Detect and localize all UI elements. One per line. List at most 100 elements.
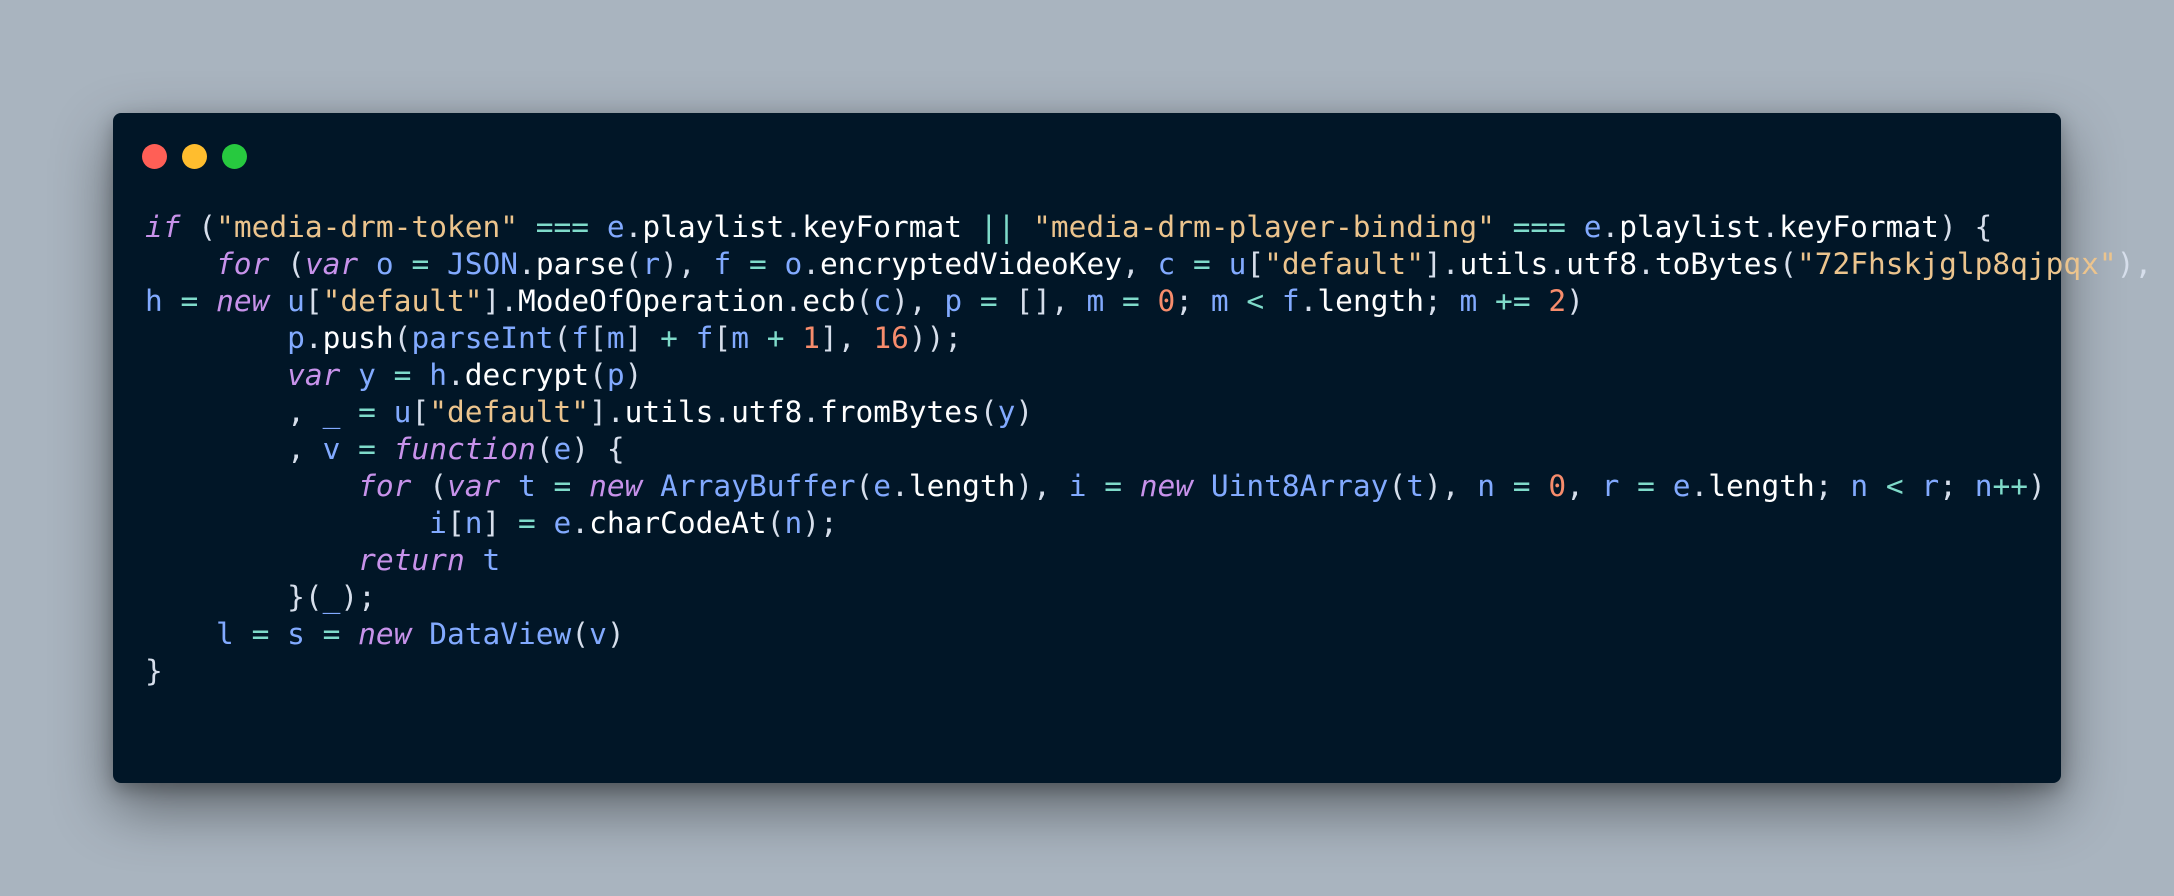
code-token: = [1175, 247, 1229, 281]
code-token: length [1708, 469, 1815, 503]
code-token: = [1619, 469, 1673, 503]
code-token: ) { [1938, 210, 1993, 244]
minimize-window-button[interactable] [182, 144, 207, 169]
code-token: ); [802, 506, 838, 540]
code-token: = [393, 247, 447, 281]
code-token: p [287, 321, 305, 355]
code-token: = [518, 506, 554, 540]
code-token: . [802, 395, 820, 429]
code-token: i [1068, 469, 1087, 503]
code-token: . [784, 284, 803, 318]
code-token: length [908, 469, 1016, 503]
code-token: )); [908, 321, 963, 355]
code-token: utf8 [731, 395, 803, 429]
code-token: e [606, 210, 625, 244]
code-token: ), [1015, 469, 1069, 503]
code-token: ) [606, 617, 625, 651]
code-token: . [1601, 210, 1620, 244]
code-token: function [393, 432, 536, 466]
code-line: if ("media-drm-token" === e.playlist.key… [145, 209, 2152, 246]
close-window-button[interactable] [142, 144, 167, 169]
code-token: ), [660, 247, 714, 281]
code-token: fromBytes [819, 395, 980, 429]
code-token: u [269, 284, 305, 318]
code-token: n [1850, 469, 1869, 503]
code-token: if [145, 210, 181, 244]
code-token: e [873, 469, 892, 503]
code-token: , [1566, 469, 1602, 503]
code-token: ) [1566, 284, 1584, 318]
code-token: utils [1459, 247, 1549, 281]
code-token: ( [855, 469, 874, 503]
code-line: }(_); [145, 579, 2152, 616]
code-token: ( [393, 321, 412, 355]
code-token: s [287, 617, 305, 651]
code-token: f [571, 321, 590, 355]
code-token: keyFormat [1779, 210, 1939, 244]
code-token: , [145, 395, 323, 429]
code-token: o [358, 247, 394, 281]
code-token: < [1228, 284, 1282, 318]
code-token: [ [304, 284, 323, 318]
code-line: , _ = u["default"].utils.utf8.fromBytes(… [145, 394, 2152, 431]
code-token: = [1495, 469, 1549, 503]
code-token: h [145, 284, 163, 318]
code-token: for [216, 247, 270, 281]
code-token: o [784, 247, 803, 281]
code-token: "media-drm-token" [216, 210, 518, 244]
code-token: y [997, 395, 1016, 429]
code-token: JSON [447, 247, 519, 281]
code-line: for (var t = new ArrayBuffer(e.length), … [145, 468, 2152, 505]
code-token: }( [145, 580, 323, 614]
code-block: if ("media-drm-token" === e.playlist.key… [145, 209, 2152, 690]
code-token: h [429, 358, 447, 392]
code-token: = [304, 617, 359, 651]
code-token: parseInt [411, 321, 554, 355]
code-line: h = new u["default"].ModeOfOperation.ecb… [145, 283, 2152, 320]
code-token: Uint8Array [1193, 469, 1389, 503]
code-token: u [1228, 247, 1247, 281]
code-token: ( [180, 210, 217, 244]
code-token: _ [322, 580, 341, 614]
code-token: v [589, 617, 607, 651]
code-token: [ [411, 395, 430, 429]
code-token: "72Fhskjglp8qjpqx" [1796, 247, 2117, 281]
code-token: ; [1939, 469, 1975, 503]
code-token: . [891, 469, 909, 503]
code-token: e [553, 506, 572, 540]
code-token: . [1690, 469, 1709, 503]
code-token: [ [446, 506, 465, 540]
code-token: c [1157, 247, 1176, 281]
code-token: ) { [571, 432, 625, 466]
code-token: + [660, 321, 696, 355]
code-token: , [1121, 247, 1158, 281]
code-token: m [1086, 284, 1105, 318]
code-token: ModeOfOperation [518, 284, 785, 318]
code-token: f [1281, 284, 1300, 318]
code-line: } [145, 653, 2152, 690]
code-token: . [446, 358, 465, 392]
code-token: e [1583, 210, 1602, 244]
code-token: [ [1246, 247, 1265, 281]
code-token: toBytes [1654, 247, 1780, 281]
code-token: = [162, 284, 217, 318]
maximize-window-button[interactable] [222, 144, 247, 169]
code-token: f [695, 321, 714, 355]
code-token: 0 [1548, 469, 1567, 503]
code-token: ]. [1423, 247, 1460, 281]
code-token: ( [766, 506, 785, 540]
code-token: . [1548, 247, 1567, 281]
code-token: . [624, 210, 643, 244]
code-token: m [1210, 284, 1229, 318]
code-token: p [606, 358, 625, 392]
code-token: ( [624, 247, 643, 281]
code-token: playlist [642, 210, 785, 244]
code-token: = [731, 247, 785, 281]
code-token: < [1868, 469, 1922, 503]
code-token: new [216, 284, 270, 318]
code-token: [ [589, 321, 607, 355]
